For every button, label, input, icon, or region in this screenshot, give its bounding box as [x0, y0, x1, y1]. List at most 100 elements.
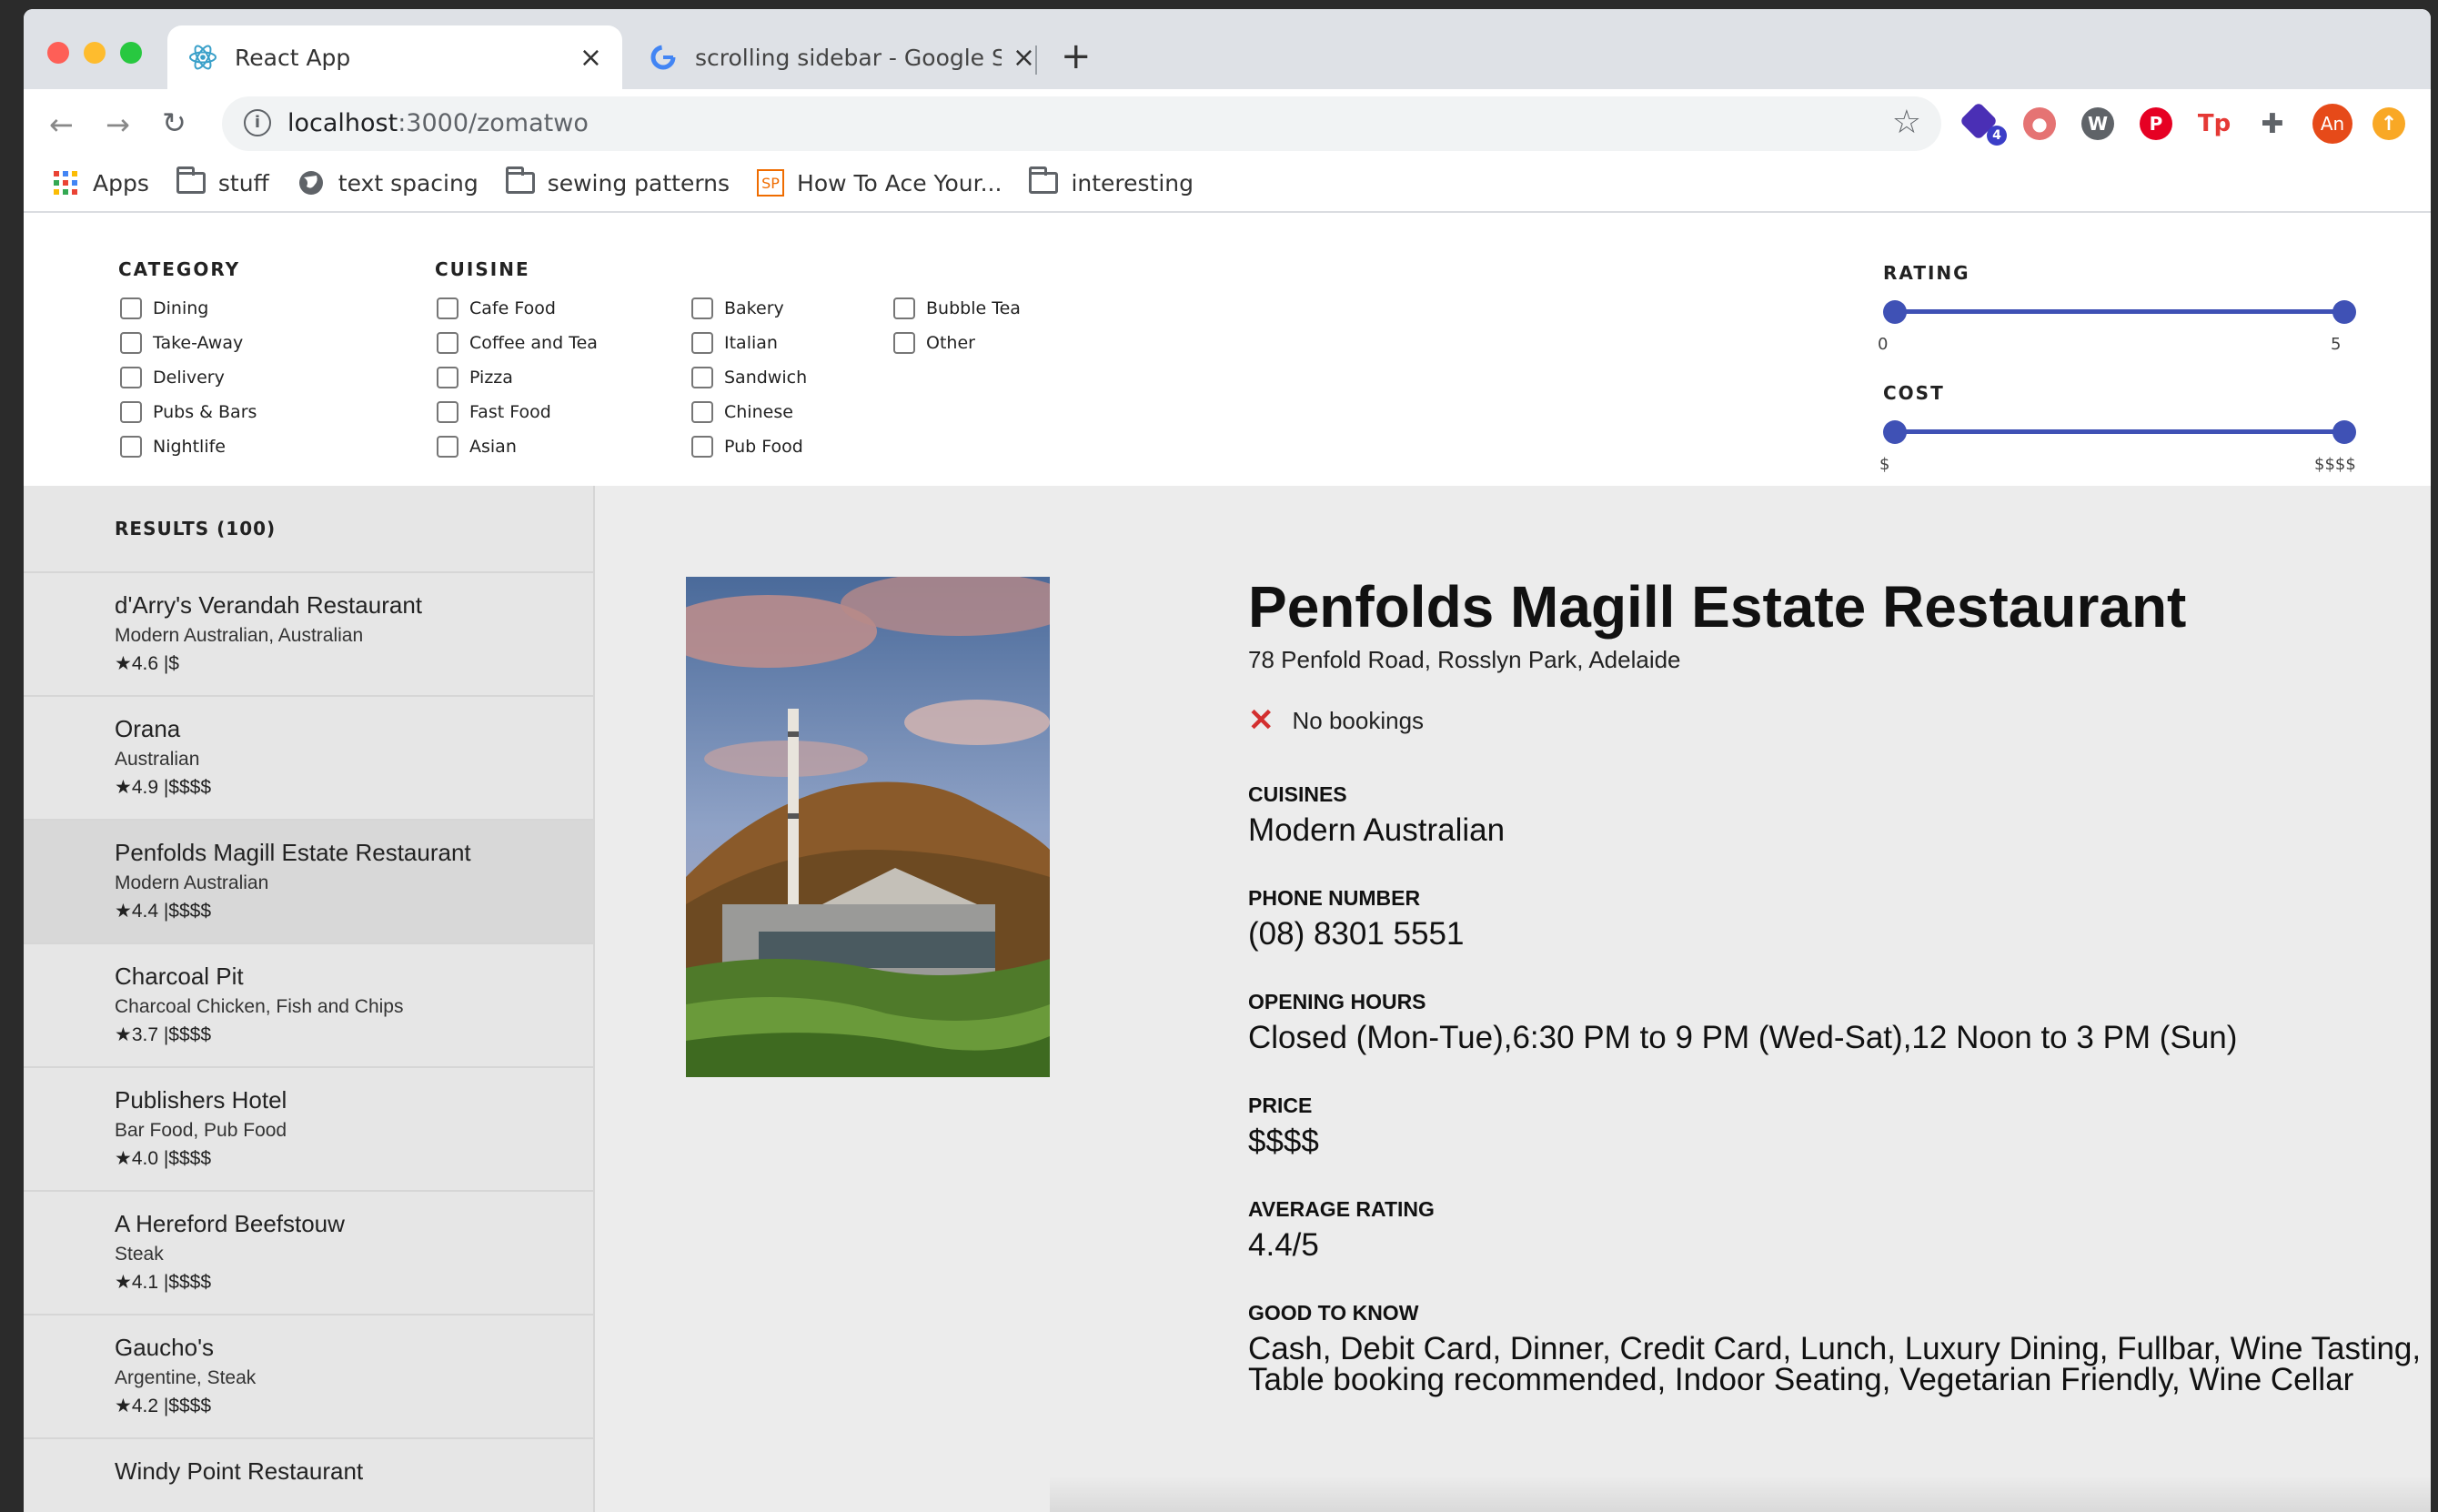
url-path: :3000/zomatwo: [398, 109, 589, 137]
checkbox[interactable]: [437, 367, 458, 388]
bookmark-apps[interactable]: Apps: [51, 170, 149, 197]
cuisine-checkbox[interactable]: Bubble Tea: [893, 291, 1021, 326]
checkbox[interactable]: [120, 332, 142, 354]
cost-slider[interactable]: [1883, 418, 2356, 446]
reload-icon[interactable]: ↻: [162, 106, 186, 140]
restaurant-detail: Penfolds Magill Estate Restaurant 78 Pen…: [595, 486, 2431, 1512]
extensions-puzzle-icon[interactable]: ✚: [2256, 107, 2289, 140]
cost-max-thumb[interactable]: [2332, 420, 2356, 444]
cuisine-checkbox[interactable]: Other: [893, 326, 1021, 360]
tab-title: React App: [235, 44, 351, 71]
list-item[interactable]: Charcoal Pit Charcoal Chicken, Fish and …: [24, 944, 593, 1068]
results-sidebar[interactable]: RESULTS (100) d'Arry's Verandah Restaura…: [24, 486, 595, 1512]
checkbox[interactable]: [893, 332, 915, 354]
bottom-shadow: [1050, 1476, 2431, 1512]
list-item[interactable]: A Hereford Beefstouw Steak ★4.1 |$$$$: [24, 1192, 593, 1315]
bookmark-stuff[interactable]: stuff: [176, 166, 269, 197]
extension-tp-icon[interactable]: Tp: [2198, 107, 2231, 140]
category-checkbox[interactable]: Pubs & Bars: [120, 395, 257, 429]
tab-google-search[interactable]: scrolling sidebar - Google Sear ×: [628, 25, 1055, 89]
checkbox[interactable]: [691, 401, 713, 423]
checkbox[interactable]: [691, 436, 713, 458]
cuisine-checkbox[interactable]: Italian: [691, 326, 807, 360]
bookmark-sewing-patterns[interactable]: sewing patterns: [505, 166, 730, 197]
category-checkbox[interactable]: Delivery: [120, 360, 257, 395]
minimize-window-button[interactable]: [84, 42, 106, 64]
bookmark-interesting[interactable]: interesting: [1029, 166, 1194, 197]
new-tab-button[interactable]: +: [1061, 38, 1092, 75]
checkbox[interactable]: [691, 367, 713, 388]
rating-slider[interactable]: [1883, 298, 2356, 326]
booking-text: No bookings: [1292, 706, 1425, 734]
cuisine-checkbox[interactable]: Cafe Food: [437, 291, 598, 326]
list-item-selected[interactable]: Penfolds Magill Estate Restaurant Modern…: [24, 821, 593, 944]
checkbox[interactable]: [120, 436, 142, 458]
hours-value: Closed (Mon-Tue),6:30 PM to 9 PM (Wed-Sa…: [1248, 1020, 2238, 1055]
checkbox-label: Bakery: [724, 298, 784, 318]
profile-avatar[interactable]: An: [2312, 104, 2352, 144]
address-bar[interactable]: i localhost:3000/zomatwo ☆: [222, 96, 1941, 151]
bookmark-star-icon[interactable]: ☆: [1892, 104, 1921, 141]
rating-cost: 3.7 |$$$$: [131, 1024, 212, 1045]
rating-min-thumb[interactable]: [1883, 300, 1907, 324]
category-checkbox[interactable]: Nightlife: [120, 429, 257, 464]
phone-label: PHONE NUMBER: [1248, 886, 1421, 910]
close-tab-icon[interactable]: ×: [579, 42, 602, 74]
restaurant-name: Windy Point Restaurant: [115, 1457, 364, 1485]
restaurant-name: Penfolds Magill Estate Restaurant: [115, 839, 471, 866]
cuisine-checkbox[interactable]: Sandwich: [691, 360, 807, 395]
restaurant-cuisine: Steak: [115, 1244, 164, 1265]
checkbox[interactable]: [691, 332, 713, 354]
list-item[interactable]: Windy Point Restaurant: [24, 1439, 593, 1512]
checkbox[interactable]: [120, 367, 142, 388]
cuisine-checkbox[interactable]: Coffee and Tea: [437, 326, 598, 360]
restaurant-name: Charcoal Pit: [115, 963, 244, 990]
cuisine-checkbox[interactable]: Pizza: [437, 360, 598, 395]
list-item[interactable]: d'Arry's Verandah Restaurant Modern Aust…: [24, 573, 593, 697]
pinterest-icon[interactable]: P: [2140, 107, 2172, 140]
url-text[interactable]: localhost:3000/zomatwo: [287, 109, 589, 137]
star-icon: ★: [115, 777, 132, 798]
cuisine-list-1: Cafe Food Coffee and Tea Pizza Fast Food…: [437, 291, 598, 464]
forward-icon[interactable]: →: [106, 107, 130, 142]
close-tab-icon[interactable]: ×: [1012, 42, 1035, 74]
checkbox-label: Bubble Tea: [926, 298, 1021, 318]
list-item[interactable]: Gaucho's Argentine, Steak ★4.2 |$$$$: [24, 1315, 593, 1439]
cost-min-thumb[interactable]: [1883, 420, 1907, 444]
checkbox[interactable]: [691, 297, 713, 319]
cuisine-checkbox[interactable]: Fast Food: [437, 395, 598, 429]
update-icon[interactable]: ↑: [2373, 107, 2405, 140]
checkbox[interactable]: [437, 332, 458, 354]
maximize-window-button[interactable]: [120, 42, 142, 64]
folder-icon: [176, 166, 206, 195]
bookmark-how-to-ace[interactable]: SP How To Ace Your...: [757, 169, 1002, 197]
cuisine-checkbox[interactable]: Pub Food: [691, 429, 807, 464]
checkbox[interactable]: [893, 297, 915, 319]
restaurant-meta: ★4.4 |$$$$: [115, 900, 593, 922]
extension-w-icon[interactable]: W: [2081, 107, 2114, 140]
bookmark-text-spacing[interactable]: text spacing: [297, 170, 479, 197]
bookmarks-bar: Apps stuff text spacing sewing patterns …: [24, 155, 2431, 213]
close-window-button[interactable]: [47, 42, 69, 64]
phone-value[interactable]: (08) 8301 5551: [1248, 918, 2431, 950]
category-checkbox[interactable]: Dining: [120, 291, 257, 326]
list-item[interactable]: Orana Australian ★4.9 |$$$$: [24, 697, 593, 821]
star-icon: ★: [115, 1148, 132, 1169]
filters-panel: CATEGORY Dining Take-Away Delivery Pubs …: [24, 215, 2431, 486]
checkbox[interactable]: [120, 401, 142, 423]
checkbox[interactable]: [437, 297, 458, 319]
back-icon[interactable]: ←: [49, 107, 74, 142]
list-item[interactable]: Publishers Hotel Bar Food, Pub Food ★4.0…: [24, 1068, 593, 1192]
category-checkbox[interactable]: Take-Away: [120, 326, 257, 360]
checkbox[interactable]: [437, 401, 458, 423]
extension-glasses-icon[interactable]: ●: [2023, 107, 2056, 140]
site-info-icon[interactable]: i: [244, 109, 271, 136]
checkbox[interactable]: [120, 297, 142, 319]
rating-max-thumb[interactable]: [2332, 300, 2356, 324]
checkbox[interactable]: [437, 436, 458, 458]
cuisine-checkbox[interactable]: Asian: [437, 429, 598, 464]
cuisine-checkbox[interactable]: Chinese: [691, 395, 807, 429]
detail-address: 78 Penfold Road, Rosslyn Park, Adelaide: [1248, 646, 1681, 673]
tab-react-app[interactable]: React App ×: [167, 25, 622, 89]
cuisine-checkbox[interactable]: Bakery: [691, 291, 807, 326]
